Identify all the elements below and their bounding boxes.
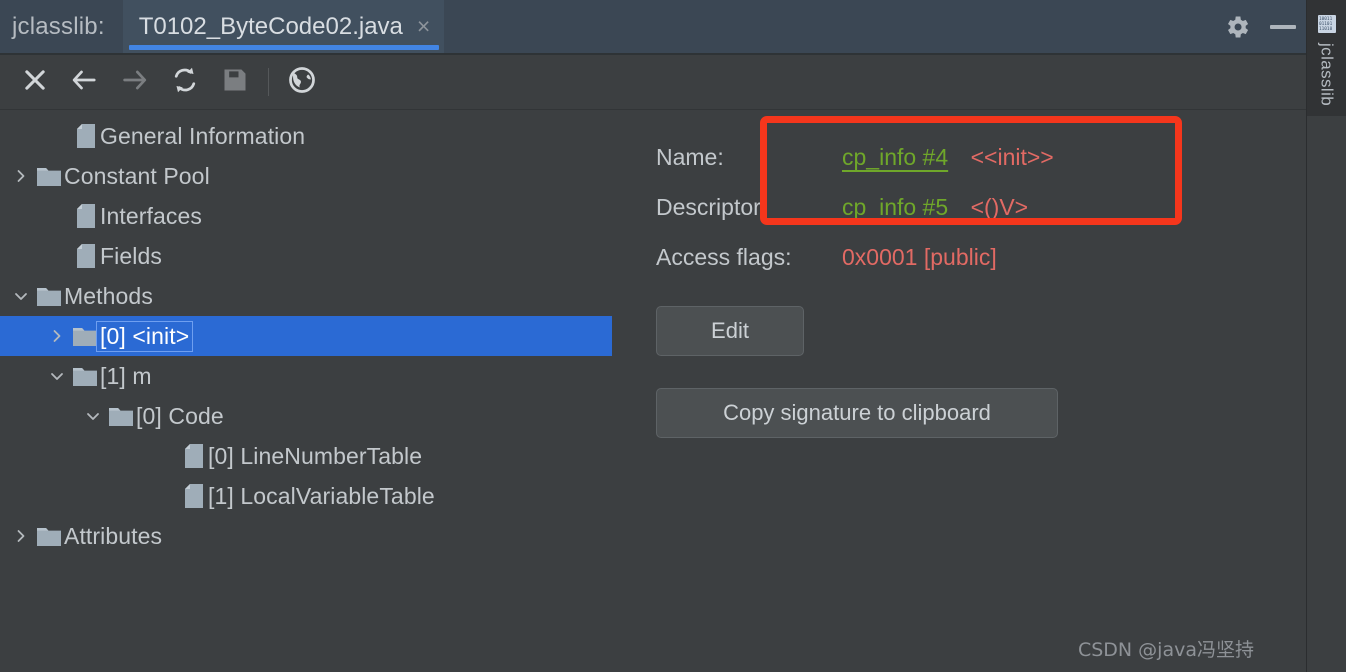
close-tab-icon[interactable]: × bbox=[417, 15, 430, 38]
descriptor-resolved-value: <()V> bbox=[970, 194, 1029, 220]
chevron-down-icon[interactable] bbox=[80, 409, 106, 423]
toolbar bbox=[0, 55, 1306, 110]
file-icon bbox=[70, 244, 100, 268]
right-tool-strip: 10011 01101 11010 jclasslib bbox=[1306, 0, 1346, 672]
tree-row[interactable]: [0] <init> bbox=[0, 316, 612, 356]
tab-title: T0102_ByteCode02.java bbox=[138, 12, 403, 40]
access-flags-value: 0x0001 [public] bbox=[842, 244, 997, 270]
tree-row[interactable]: Constant Pool bbox=[0, 156, 612, 196]
chevron-right-icon[interactable] bbox=[8, 167, 34, 185]
tree-item-label: [0] Code bbox=[136, 402, 224, 429]
copy-signature-button[interactable]: Copy signature to clipboard bbox=[656, 388, 1058, 438]
file-icon bbox=[70, 204, 100, 228]
detail-buttons: Edit Copy signature to clipboard bbox=[656, 306, 1306, 438]
descriptor-value-row: cp_info #5 <()V> bbox=[842, 184, 1306, 234]
toolbar-save-button[interactable] bbox=[210, 60, 260, 104]
folder-icon bbox=[34, 286, 64, 306]
title-bar: jclasslib: T0102_ByteCode02.java × bbox=[0, 0, 1306, 55]
bytecode-icon: 10011 01101 11010 bbox=[1317, 14, 1337, 39]
save-icon bbox=[221, 66, 249, 99]
tree-row[interactable]: [1] m bbox=[0, 356, 612, 396]
tool-strip-filler bbox=[1307, 116, 1346, 672]
jclasslib-window: jclasslib: T0102_ByteCode02.java × Gener… bbox=[0, 0, 1346, 672]
content-area: General Information Constant Pool Interfac… bbox=[0, 110, 1306, 672]
tree-item-label: Interfaces bbox=[100, 202, 202, 229]
tree-row[interactable]: General Information bbox=[0, 116, 612, 156]
reload-icon bbox=[170, 65, 200, 100]
edit-button[interactable]: Edit bbox=[656, 306, 804, 356]
tree-row[interactable]: [0] LineNumberTable bbox=[0, 436, 612, 476]
method-detail-pane: Name: cp_info #4 <<init>> Descriptor: cp… bbox=[612, 110, 1306, 672]
globe-icon bbox=[287, 65, 317, 100]
tree-item-label: Constant Pool bbox=[64, 162, 210, 189]
tree-item-label: [0] <init> bbox=[95, 320, 194, 352]
tool-window-label: jclasslib bbox=[1317, 43, 1337, 107]
tree-row[interactable]: Methods bbox=[0, 276, 612, 316]
name-value-row: cp_info #4 <<init>> bbox=[842, 134, 1306, 184]
file-icon bbox=[178, 444, 208, 468]
back-icon bbox=[70, 66, 100, 99]
tab-bytecode-file[interactable]: T0102_ByteCode02.java × bbox=[122, 0, 445, 53]
folder-icon bbox=[70, 326, 100, 346]
tree-item-label: [1] m bbox=[100, 362, 152, 389]
main-column: jclasslib: T0102_ByteCode02.java × Gener… bbox=[0, 0, 1306, 672]
tree-item-label: Fields bbox=[100, 242, 162, 269]
tab-active-underline bbox=[128, 45, 440, 50]
tree-row[interactable]: Interfaces bbox=[0, 196, 612, 236]
tree-row[interactable]: [1] LocalVariableTable bbox=[0, 476, 612, 516]
toolbar-forward-button[interactable] bbox=[110, 60, 160, 104]
descriptor-cp-info-link[interactable]: cp_info #5 bbox=[842, 194, 948, 220]
tree-row[interactable]: [0] Code bbox=[0, 396, 612, 436]
tool-window-button-jclasslib[interactable]: 10011 01101 11010 jclasslib bbox=[1307, 8, 1346, 117]
minimize-button[interactable] bbox=[1260, 0, 1306, 53]
access-flags-value-row: 0x0001 [public] bbox=[842, 234, 1306, 284]
method-detail-grid: Name: cp_info #4 <<init>> Descriptor: cp… bbox=[656, 134, 1306, 284]
svg-text:11010: 11010 bbox=[1319, 26, 1333, 32]
app-name-label: jclasslib: bbox=[12, 12, 105, 40]
descriptor-label: Descriptor: bbox=[656, 194, 768, 220]
folder-icon bbox=[106, 406, 136, 426]
toolbar-divider bbox=[268, 68, 269, 96]
name-cp-info-link[interactable]: cp_info #4 bbox=[842, 144, 948, 170]
settings-button[interactable] bbox=[1214, 0, 1260, 53]
toolbar-back-button[interactable] bbox=[60, 60, 110, 104]
name-label: Name: bbox=[656, 144, 724, 170]
toolbar-reload-button[interactable] bbox=[160, 60, 210, 104]
close-icon bbox=[21, 66, 49, 99]
name-resolved-value: <<init>> bbox=[970, 144, 1054, 170]
gear-icon bbox=[1223, 13, 1251, 41]
tree-item-label: [1] LocalVariableTable bbox=[208, 482, 435, 509]
tree-row[interactable]: Fields bbox=[0, 236, 612, 276]
tree-item-label: General Information bbox=[100, 122, 306, 149]
chevron-right-icon[interactable] bbox=[8, 527, 34, 545]
tree-item-label: [0] LineNumberTable bbox=[208, 442, 423, 469]
tree-row[interactable]: Attributes bbox=[0, 516, 612, 556]
tree-item-label: Methods bbox=[64, 282, 153, 309]
chevron-down-icon[interactable] bbox=[8, 289, 34, 303]
folder-icon bbox=[34, 166, 64, 186]
chevron-right-icon[interactable] bbox=[44, 327, 70, 345]
tree-item-label: Attributes bbox=[64, 522, 163, 549]
forward-icon bbox=[120, 66, 150, 99]
minimize-icon bbox=[1270, 24, 1296, 29]
class-structure-tree[interactable]: General Information Constant Pool Interfac… bbox=[0, 110, 612, 672]
toolbar-close-button[interactable] bbox=[10, 60, 60, 104]
file-icon bbox=[178, 484, 208, 508]
folder-icon bbox=[70, 366, 100, 386]
file-icon bbox=[70, 124, 100, 148]
chevron-down-icon[interactable] bbox=[44, 369, 70, 383]
access-flags-label: Access flags: bbox=[656, 244, 792, 270]
toolbar-browse-button[interactable] bbox=[277, 60, 327, 104]
folder-icon bbox=[34, 526, 64, 546]
